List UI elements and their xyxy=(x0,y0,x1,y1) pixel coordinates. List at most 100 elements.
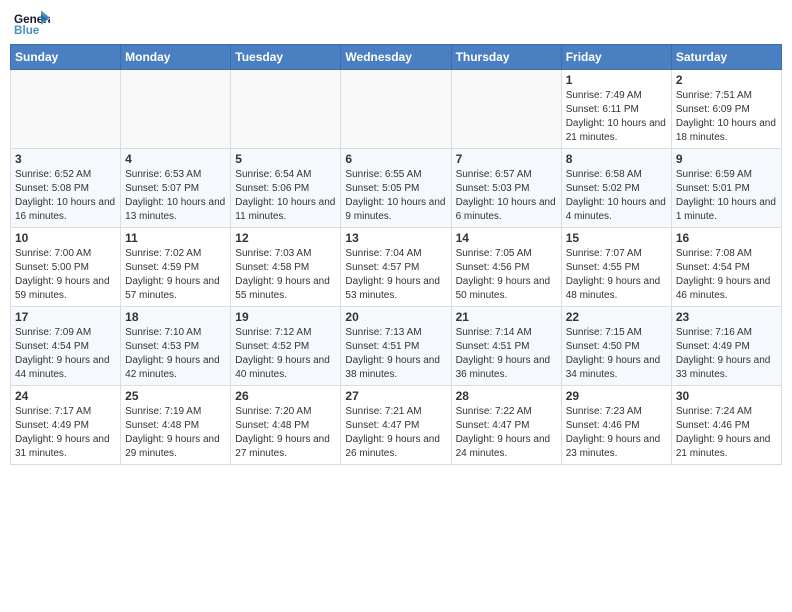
weekday-friday: Friday xyxy=(561,45,671,70)
day-number: 16 xyxy=(676,231,777,245)
weekday-wednesday: Wednesday xyxy=(341,45,451,70)
day-info: Sunrise: 7:12 AM Sunset: 4:52 PM Dayligh… xyxy=(235,326,336,382)
week-row-5: 24 Sunrise: 7:17 AM Sunset: 4:49 PM Dayli… xyxy=(11,386,782,465)
day-info: Sunrise: 6:53 AM Sunset: 5:07 PM Dayligh… xyxy=(125,168,226,224)
day-number: 28 xyxy=(456,389,557,403)
weekday-saturday: Saturday xyxy=(671,45,781,70)
day-cell: 26 Sunrise: 7:20 AM Sunset: 4:48 PM Dayli… xyxy=(231,386,341,465)
weekday-monday: Monday xyxy=(121,45,231,70)
day-cell: 11Sunrise: 7:02 AM Sunset: 4:59 PM Dayli… xyxy=(121,228,231,307)
day-number: 12 xyxy=(235,231,336,245)
day-cell: 22 Sunrise: 7:15 AM Sunset: 4:50 PM Dayli… xyxy=(561,307,671,386)
day-cell: 21 Sunrise: 7:14 AM Sunset: 4:51 PM Dayli… xyxy=(451,307,561,386)
day-cell: 8Sunrise: 6:58 AM Sunset: 5:02 PM Daylig… xyxy=(561,149,671,228)
day-info: Sunrise: 6:57 AM Sunset: 5:03 PM Dayligh… xyxy=(456,168,557,224)
day-info: Sunrise: 7:17 AM Sunset: 4:49 PM Dayligh… xyxy=(15,405,116,461)
day-number: 25 xyxy=(125,389,226,403)
day-cell: 30Sunrise: 7:24 AM Sunset: 4:46 PM Dayli… xyxy=(671,386,781,465)
day-number: 2 xyxy=(676,73,777,87)
day-number: 17 xyxy=(15,310,116,324)
day-number: 18 xyxy=(125,310,226,324)
day-number: 3 xyxy=(15,152,116,166)
day-info: Sunrise: 7:05 AM Sunset: 4:56 PM Dayligh… xyxy=(456,247,557,303)
day-cell xyxy=(341,70,451,149)
day-cell: 23 Sunrise: 7:16 AM Sunset: 4:49 PM Dayli… xyxy=(671,307,781,386)
svg-text:Blue: Blue xyxy=(14,24,40,37)
day-number: 4 xyxy=(125,152,226,166)
day-cell: 28 Sunrise: 7:22 AM Sunset: 4:47 PM Dayli… xyxy=(451,386,561,465)
day-number: 27 xyxy=(345,389,446,403)
day-info: Sunrise: 6:54 AM Sunset: 5:06 PM Dayligh… xyxy=(235,168,336,224)
day-cell: 25 Sunrise: 7:19 AM Sunset: 4:48 PM Dayli… xyxy=(121,386,231,465)
week-row-1: 1Sunrise: 7:49 AM Sunset: 6:11 PM Daylig… xyxy=(11,70,782,149)
day-info: Sunrise: 7:24 AM Sunset: 4:46 PM Dayligh… xyxy=(676,405,777,461)
day-info: Sunrise: 7:23 AM Sunset: 4:46 PM Dayligh… xyxy=(566,405,667,461)
day-cell: 2 Sunrise: 7:51 AM Sunset: 6:09 PM Daylig… xyxy=(671,70,781,149)
day-number: 21 xyxy=(456,310,557,324)
day-info: Sunrise: 7:51 AM Sunset: 6:09 PM Dayligh… xyxy=(676,89,777,145)
day-cell xyxy=(231,70,341,149)
day-number: 20 xyxy=(345,310,446,324)
day-number: 6 xyxy=(345,152,446,166)
day-info: Sunrise: 7:08 AM Sunset: 4:54 PM Dayligh… xyxy=(676,247,777,303)
day-cell: 14 Sunrise: 7:05 AM Sunset: 4:56 PM Dayli… xyxy=(451,228,561,307)
day-number: 15 xyxy=(566,231,667,245)
day-cell: 27 Sunrise: 7:21 AM Sunset: 4:47 PM Dayli… xyxy=(341,386,451,465)
day-info: Sunrise: 7:00 AM Sunset: 5:00 PM Dayligh… xyxy=(15,247,116,303)
day-info: Sunrise: 7:19 AM Sunset: 4:48 PM Dayligh… xyxy=(125,405,226,461)
day-cell: 29 Sunrise: 7:23 AM Sunset: 4:46 PM Dayli… xyxy=(561,386,671,465)
page-header: General Blue xyxy=(10,10,782,38)
day-cell: 9 Sunrise: 6:59 AM Sunset: 5:01 PM Daylig… xyxy=(671,149,781,228)
day-cell: 15 Sunrise: 7:07 AM Sunset: 4:55 PM Dayli… xyxy=(561,228,671,307)
week-row-2: 3 Sunrise: 6:52 AM Sunset: 5:08 PM Daylig… xyxy=(11,149,782,228)
day-cell: 19 Sunrise: 7:12 AM Sunset: 4:52 PM Dayli… xyxy=(231,307,341,386)
day-info: Sunrise: 7:09 AM Sunset: 4:54 PM Dayligh… xyxy=(15,326,116,382)
day-info: Sunrise: 6:59 AM Sunset: 5:01 PM Dayligh… xyxy=(676,168,777,224)
day-cell: 24 Sunrise: 7:17 AM Sunset: 4:49 PM Dayli… xyxy=(11,386,121,465)
day-cell: 17 Sunrise: 7:09 AM Sunset: 4:54 PM Dayli… xyxy=(11,307,121,386)
day-info: Sunrise: 7:16 AM Sunset: 4:49 PM Dayligh… xyxy=(676,326,777,382)
day-info: Sunrise: 7:20 AM Sunset: 4:48 PM Dayligh… xyxy=(235,405,336,461)
day-cell: 13Sunrise: 7:04 AM Sunset: 4:57 PM Dayli… xyxy=(341,228,451,307)
day-cell: 18 Sunrise: 7:10 AM Sunset: 4:53 PM Dayli… xyxy=(121,307,231,386)
day-cell: 4 Sunrise: 6:53 AM Sunset: 5:07 PM Daylig… xyxy=(121,149,231,228)
weekday-tuesday: Tuesday xyxy=(231,45,341,70)
day-cell xyxy=(11,70,121,149)
day-info: Sunrise: 7:10 AM Sunset: 4:53 PM Dayligh… xyxy=(125,326,226,382)
day-info: Sunrise: 6:52 AM Sunset: 5:08 PM Dayligh… xyxy=(15,168,116,224)
day-number: 9 xyxy=(676,152,777,166)
day-info: Sunrise: 7:22 AM Sunset: 4:47 PM Dayligh… xyxy=(456,405,557,461)
day-cell xyxy=(451,70,561,149)
day-number: 8 xyxy=(566,152,667,166)
day-number: 7 xyxy=(456,152,557,166)
day-cell: 3 Sunrise: 6:52 AM Sunset: 5:08 PM Daylig… xyxy=(11,149,121,228)
day-number: 14 xyxy=(456,231,557,245)
day-number: 26 xyxy=(235,389,336,403)
day-number: 5 xyxy=(235,152,336,166)
day-number: 19 xyxy=(235,310,336,324)
day-cell: 16 Sunrise: 7:08 AM Sunset: 4:54 PM Dayli… xyxy=(671,228,781,307)
day-info: Sunrise: 7:04 AM Sunset: 4:57 PM Dayligh… xyxy=(345,247,446,303)
day-number: 10 xyxy=(15,231,116,245)
day-number: 29 xyxy=(566,389,667,403)
logo-icon: General Blue xyxy=(14,10,50,38)
day-info: Sunrise: 7:21 AM Sunset: 4:47 PM Dayligh… xyxy=(345,405,446,461)
day-info: Sunrise: 7:15 AM Sunset: 4:50 PM Dayligh… xyxy=(566,326,667,382)
weekday-header-row: SundayMondayTuesdayWednesdayThursdayFrid… xyxy=(11,45,782,70)
day-number: 22 xyxy=(566,310,667,324)
day-info: Sunrise: 7:03 AM Sunset: 4:58 PM Dayligh… xyxy=(235,247,336,303)
day-cell: 5 Sunrise: 6:54 AM Sunset: 5:06 PM Daylig… xyxy=(231,149,341,228)
day-number: 23 xyxy=(676,310,777,324)
day-info: Sunrise: 7:07 AM Sunset: 4:55 PM Dayligh… xyxy=(566,247,667,303)
day-info: Sunrise: 6:55 AM Sunset: 5:05 PM Dayligh… xyxy=(345,168,446,224)
logo: General Blue xyxy=(14,10,50,38)
day-number: 1 xyxy=(566,73,667,87)
day-info: Sunrise: 7:02 AM Sunset: 4:59 PM Dayligh… xyxy=(125,247,226,303)
weekday-sunday: Sunday xyxy=(11,45,121,70)
day-cell: 7 Sunrise: 6:57 AM Sunset: 5:03 PM Daylig… xyxy=(451,149,561,228)
weekday-thursday: Thursday xyxy=(451,45,561,70)
day-number: 24 xyxy=(15,389,116,403)
week-row-3: 10 Sunrise: 7:00 AM Sunset: 5:00 PM Dayli… xyxy=(11,228,782,307)
day-info: Sunrise: 7:13 AM Sunset: 4:51 PM Dayligh… xyxy=(345,326,446,382)
day-info: Sunrise: 7:14 AM Sunset: 4:51 PM Dayligh… xyxy=(456,326,557,382)
